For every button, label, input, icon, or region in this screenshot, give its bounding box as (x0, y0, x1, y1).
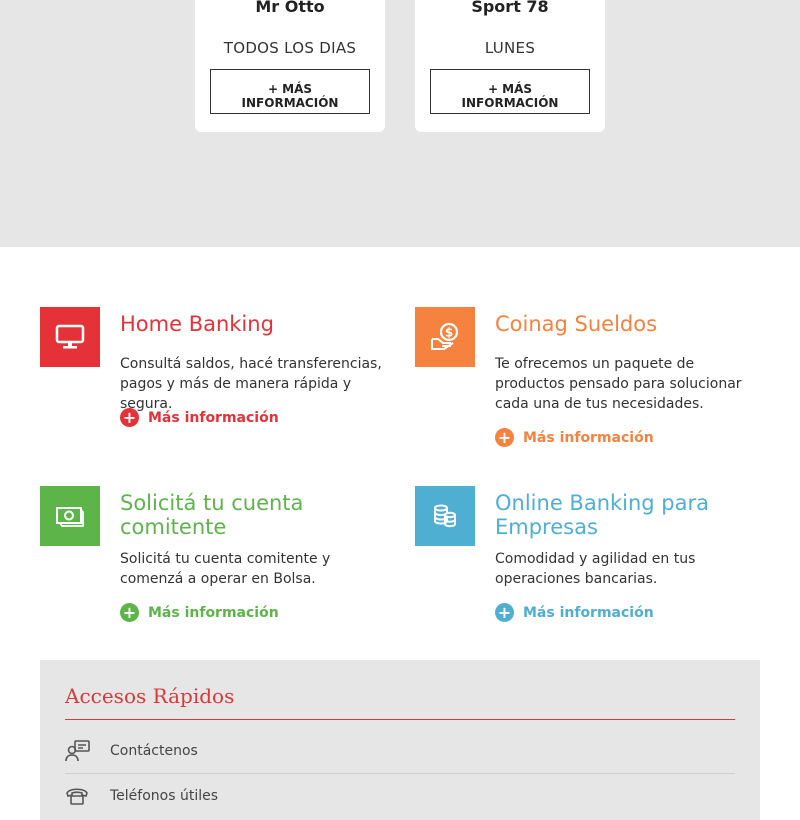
coins-stack-icon (415, 486, 475, 546)
quick-access-item-contact[interactable]: Contáctenos (65, 729, 735, 772)
more-info-link-label: Más información (148, 604, 279, 621)
money-hand-icon: $ (415, 307, 475, 367)
service-coinag-sueldos: $ Coinag Sueldos Te ofrecemos un paquete… (415, 307, 765, 457)
promo-name: Mr Otto (255, 0, 325, 16)
more-info-link[interactable]: + Más información (120, 603, 279, 622)
service-title: Online Banking para Empresas (495, 491, 710, 539)
plus-circle-icon: + (120, 603, 139, 622)
service-title: Solicitá tu cuenta comitente (120, 491, 304, 539)
phone-icon (65, 786, 110, 806)
service-description: Te ofrecemos un paquete de productos pen… (495, 356, 742, 412)
plus-circle-icon: + (495, 428, 514, 447)
contact-person-icon (65, 739, 110, 762)
more-info-button[interactable]: + MÁS INFORMACIÓN (210, 69, 370, 114)
banknote-icon (40, 486, 100, 546)
quick-access-title: Accesos Rápidos (65, 684, 235, 708)
quick-access-label: Teléfonos útiles (110, 787, 219, 804)
quick-access-panel: Accesos Rápidos Contáctenos Teléfonos út… (40, 660, 760, 820)
more-info-link[interactable]: + Más información (120, 408, 279, 427)
monitor-icon (40, 307, 100, 367)
more-info-link[interactable]: + Más información (495, 428, 654, 447)
promo-day: LUNES (484, 39, 536, 57)
service-cuenta-comitente: Solicitá tu cuenta comitente Solicitá tu… (40, 486, 390, 626)
more-info-link-label: Más información (148, 409, 279, 426)
service-title: Coinag Sueldos (495, 312, 658, 336)
plus-circle-icon: + (495, 603, 514, 622)
more-info-label: + MÁS INFORMACIÓN (461, 81, 559, 110)
promo-section: Mr Otto TODOS LOS DIAS + MÁS INFORMACIÓN… (0, 0, 800, 247)
service-description: Consultá saldos, hacé transferencias, pa… (120, 356, 382, 412)
service-home-banking: Home Banking Consultá saldos, hacé trans… (40, 307, 390, 437)
svg-text:$: $ (445, 326, 453, 340)
service-description: Comodidad y agilidad en tus operaciones … (495, 551, 696, 587)
service-online-banking-empresas: Online Banking para Empresas Comodidad y… (415, 486, 765, 626)
service-title: Home Banking (120, 312, 274, 336)
promo-card: Mr Otto TODOS LOS DIAS + MÁS INFORMACIÓN (195, 0, 385, 132)
plus-circle-icon: + (120, 408, 139, 427)
quick-access-label: Contáctenos (110, 742, 198, 759)
more-info-link-label: Más información (523, 604, 654, 621)
quick-access-item-phones[interactable]: Teléfonos útiles (65, 774, 735, 817)
promo-name: Sport 78 (471, 0, 549, 16)
divider (65, 719, 735, 720)
more-info-link-label: Más información (523, 429, 654, 446)
service-description: Solicitá tu cuenta comitente y comenzá a… (120, 551, 331, 587)
more-info-link[interactable]: + Más información (495, 603, 654, 622)
promo-card: Sport 78 LUNES + MÁS INFORMACIÓN (415, 0, 605, 132)
more-info-button[interactable]: + MÁS INFORMACIÓN (430, 69, 590, 114)
promo-day: TODOS LOS DIAS (223, 39, 357, 57)
more-info-label: + MÁS INFORMACIÓN (241, 81, 339, 110)
